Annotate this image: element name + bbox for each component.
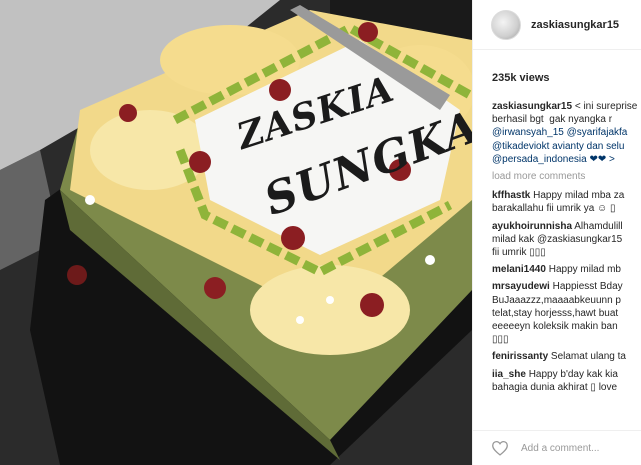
avatar[interactable]	[491, 9, 521, 40]
comment-text: Happiesst Bday	[552, 281, 623, 293]
comment-username[interactable]: iia_she	[492, 369, 526, 380]
comment: kffhastk Happy milad mba za barakallahu …	[492, 189, 641, 215]
caption-line: < ini sureprise	[574, 101, 638, 112]
comment-text: Happy b'day kak kia	[528, 368, 618, 380]
post-header: zaskiasungkar15	[473, 0, 641, 50]
comment-text: bahagia dunia akhirat ▯ love	[492, 381, 618, 393]
comment-username[interactable]: fenirissanty	[492, 351, 548, 362]
comment-text: eeeeeyn koleksik makin ban	[492, 321, 618, 333]
add-comment-input[interactable]	[521, 442, 631, 454]
comment-text: milad kak @zaskiasungkar15	[492, 233, 623, 245]
comment: fenirissanty Selamat ulang ta	[492, 350, 641, 363]
caption-mentions[interactable]: @irwansyah_15 @syarifajakfa	[492, 126, 641, 139]
comment-text: Happy milad mba za	[533, 190, 625, 202]
comment-text: telat,stay horjesss,hawt buat	[492, 307, 619, 319]
comment-username[interactable]: kffhastk	[492, 190, 530, 201]
comment: melani1440 Happy milad mb	[492, 263, 641, 276]
comment-username[interactable]: ayukhoirunnisha	[492, 221, 572, 232]
comment-text: Happy milad mb	[548, 264, 621, 276]
load-more-comments-link[interactable]: load more comments	[492, 170, 641, 183]
comment-text: fii umrik ▯▯▯	[492, 247, 546, 259]
comments-list: zaskiasungkar15 < ini sureprise berhasil…	[492, 100, 641, 398]
post-photo[interactable]: ZASKIA SUNGKAR	[0, 0, 472, 465]
comment-text: barakallahu fii umrik ya ☺ ▯	[492, 203, 616, 215]
comment: mrsayudewi Happiesst Bday BuJaaazzz,maaa…	[492, 280, 641, 346]
cake-illustration	[0, 0, 472, 465]
post-side-panel: zaskiasungkar15 235k views zaskiasungkar…	[472, 0, 641, 465]
post-username[interactable]: zaskiasungkar15	[531, 19, 619, 31]
comment-text: BuJaaazzz,maaaabkeuunn p	[492, 294, 621, 306]
caption-line: berhasil bgt ⁣ gak nyangka r	[492, 114, 613, 126]
comment-text: ▯▯▯	[492, 334, 509, 346]
comment-text: Selamat ulang ta	[550, 351, 626, 363]
caption-mentions[interactable]: @persada_indonesia ❤❤ >	[492, 153, 641, 166]
post-actions-bar	[473, 430, 641, 465]
caption-username[interactable]: zaskiasungkar15	[492, 101, 572, 112]
comment-username[interactable]: melani1440	[492, 264, 546, 275]
comment: iia_she Happy b'day kak kia bahagia duni…	[492, 368, 641, 394]
view-count: 235k views	[492, 72, 550, 84]
comment: ayukhoirunnisha Alhamdulill milad kak @z…	[492, 220, 641, 260]
comment-username[interactable]: mrsayudewi	[492, 281, 550, 292]
caption: zaskiasungkar15 < ini sureprise berhasil…	[492, 100, 641, 166]
comment-text: Alhamdulill	[574, 220, 623, 232]
heart-icon[interactable]	[491, 440, 509, 456]
caption-mentions[interactable]: @tikadeviokt avianty dan selu	[492, 140, 641, 153]
